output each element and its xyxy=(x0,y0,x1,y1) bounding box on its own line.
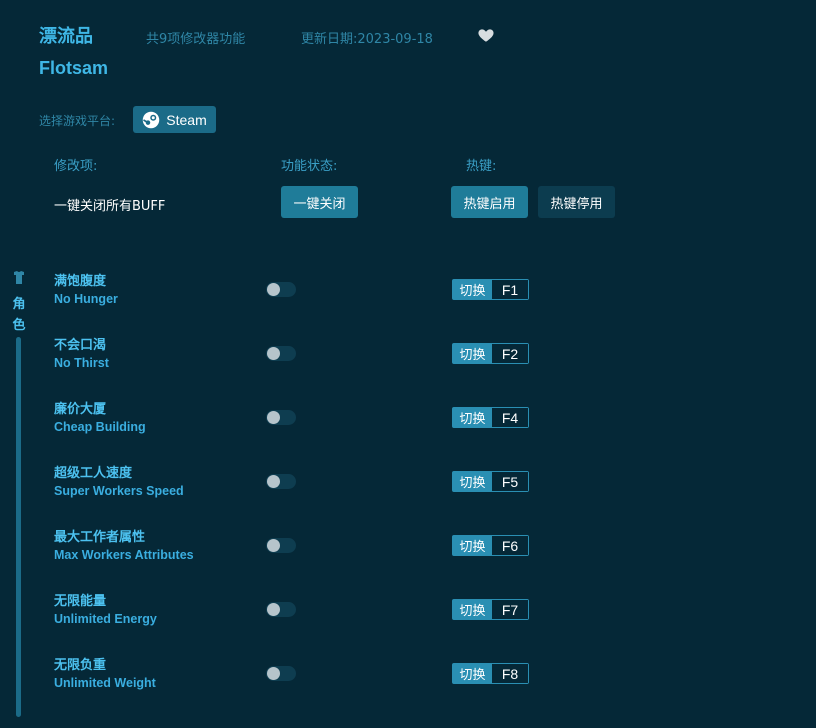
hotkey-max-workers-attributes[interactable]: 切换 F6 xyxy=(452,535,529,556)
mod-item-unlimited-weight: 无限负重 Unlimited Weight xyxy=(54,658,264,698)
update-date: 更新日期:2023-09-18 xyxy=(301,32,433,47)
toggle-knob xyxy=(267,667,280,680)
mod-item-super-workers-speed: 超级工人速度 Super Workers Speed xyxy=(54,466,264,506)
mod-name-en: No Thirst xyxy=(54,356,109,370)
hotkey-switch-label: 切换 xyxy=(453,600,492,619)
category-tab-character[interactable]: 角色 xyxy=(11,294,27,336)
toggle-unlimited-weight[interactable] xyxy=(266,666,296,681)
game-title-en: Flotsam xyxy=(39,58,109,78)
character-icon xyxy=(11,270,27,286)
hotkey-no-hunger[interactable]: 切换 F1 xyxy=(452,279,529,300)
game-title-cn: 漂流品 xyxy=(39,26,93,47)
hotkey-switch-label: 切换 xyxy=(453,664,492,683)
mod-name-en: No Hunger xyxy=(54,292,118,306)
steam-icon xyxy=(142,111,160,129)
toggle-unlimited-energy[interactable] xyxy=(266,602,296,617)
column-status: 功能状态: xyxy=(281,159,338,174)
mod-name-cn: 廉价大厦 xyxy=(54,402,107,417)
hotkey-key: F1 xyxy=(492,280,528,299)
toggle-max-workers-attributes[interactable] xyxy=(266,538,296,553)
hotkey-cheap-building[interactable]: 切换 F4 xyxy=(452,407,529,428)
toggle-knob xyxy=(267,603,280,616)
toggle-super-workers-speed[interactable] xyxy=(266,474,296,489)
mod-name-cn: 不会口渴 xyxy=(54,338,107,353)
hotkey-switch-label: 切换 xyxy=(453,536,492,555)
hotkey-key: F6 xyxy=(492,536,528,555)
hotkey-switch-label: 切换 xyxy=(453,344,492,363)
hotkey-key: F2 xyxy=(492,344,528,363)
hotkey-super-workers-speed[interactable]: 切换 F5 xyxy=(452,471,529,492)
toggle-knob xyxy=(267,411,280,424)
toggle-no-thirst[interactable] xyxy=(266,346,296,361)
category-scrollbar[interactable] xyxy=(16,337,21,717)
mod-item-no-thirst: 不会口渴 No Thirst xyxy=(54,338,264,378)
mod-name-cn: 超级工人速度 xyxy=(54,466,133,481)
feature-count: 共9项修改器功能 xyxy=(146,32,246,47)
mod-item-max-workers-attributes: 最大工作者属性 Max Workers Attributes xyxy=(54,530,264,570)
mod-name-en: Unlimited Weight xyxy=(54,676,156,690)
close-all-button[interactable]: 一键关闭 xyxy=(281,186,358,218)
column-mod: 修改项: xyxy=(54,159,98,174)
toggle-knob xyxy=(267,539,280,552)
hotkey-enable-button[interactable]: 热键启用 xyxy=(451,186,528,218)
steam-platform-button[interactable]: Steam xyxy=(133,106,216,133)
toggle-no-hunger[interactable] xyxy=(266,282,296,297)
mod-name-en: Unlimited Energy xyxy=(54,612,157,626)
heart-icon[interactable] xyxy=(477,26,495,44)
mod-name-cn: 无限能量 xyxy=(54,594,107,609)
hotkey-no-thirst[interactable]: 切换 F2 xyxy=(452,343,529,364)
hotkey-key: F5 xyxy=(492,472,528,491)
hotkey-switch-label: 切换 xyxy=(453,280,492,299)
hotkey-key: F7 xyxy=(492,600,528,619)
hotkey-switch-label: 切换 xyxy=(453,472,492,491)
mod-name-cn: 无限负重 xyxy=(54,658,107,673)
mod-item-cheap-building: 廉价大厦 Cheap Building xyxy=(54,402,264,442)
toggle-knob xyxy=(267,475,280,488)
hotkey-switch-label: 切换 xyxy=(453,408,492,427)
mod-name-cn: 满饱腹度 xyxy=(54,274,107,289)
hotkey-unlimited-weight[interactable]: 切换 F8 xyxy=(452,663,529,684)
steam-label: Steam xyxy=(166,111,207,128)
toggle-knob xyxy=(267,283,280,296)
column-hotkey: 热键: xyxy=(466,159,497,174)
hotkey-key: F4 xyxy=(492,408,528,427)
mod-item-no-hunger: 满饱腹度 No Hunger xyxy=(54,274,264,314)
mod-item-unlimited-energy: 无限能量 Unlimited Energy xyxy=(54,594,264,634)
close-all-buff-label: 一键关闭所有BUFF xyxy=(54,199,166,214)
hotkey-unlimited-energy[interactable]: 切换 F7 xyxy=(452,599,529,620)
mod-name-en: Super Workers Speed xyxy=(54,484,184,498)
toggle-cheap-building[interactable] xyxy=(266,410,296,425)
mod-name-en: Max Workers Attributes xyxy=(54,548,194,562)
hotkey-disable-button[interactable]: 热键停用 xyxy=(538,186,615,218)
mod-name-en: Cheap Building xyxy=(54,420,146,434)
mod-name-cn: 最大工作者属性 xyxy=(54,530,146,545)
hotkey-key: F8 xyxy=(492,664,528,683)
platform-label: 选择游戏平台: xyxy=(39,114,116,128)
toggle-knob xyxy=(267,347,280,360)
